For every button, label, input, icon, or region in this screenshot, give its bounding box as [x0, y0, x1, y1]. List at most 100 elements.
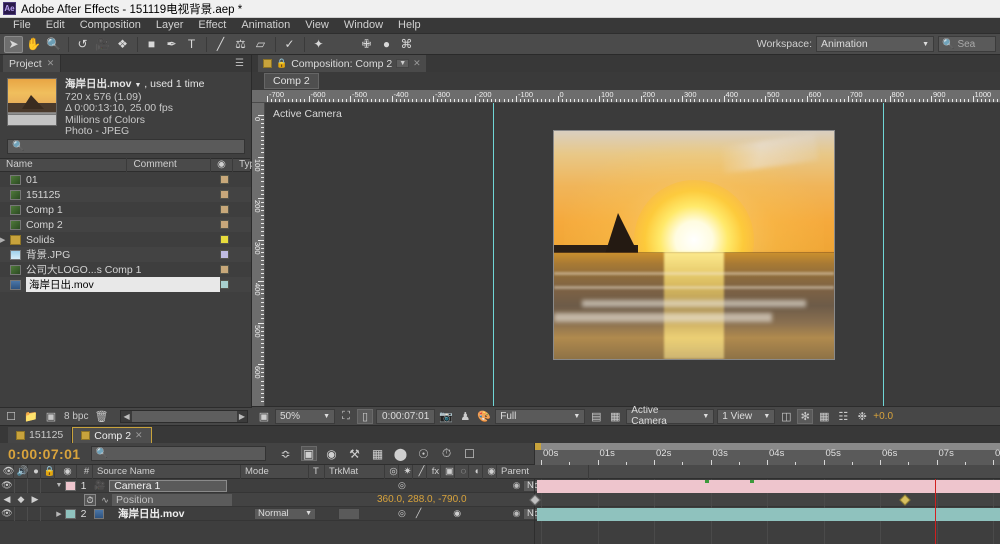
stopwatch-icon[interactable]: ⏱: [84, 494, 95, 506]
chevron-right-icon[interactable]: ▶: [53, 510, 65, 518]
menu-item-effect[interactable]: Effect: [191, 18, 234, 33]
search-help-input[interactable]: 🔍 Sea: [938, 36, 996, 52]
roto-brush-tool[interactable]: ✓: [280, 36, 299, 53]
label-swatch[interactable]: [220, 190, 229, 199]
motion-blur-icon[interactable]: ◉: [324, 446, 340, 461]
scroll-left-icon[interactable]: ◀: [123, 412, 129, 421]
layer-number-header[interactable]: #: [77, 465, 93, 479]
video-switch-icon[interactable]: ◎: [398, 508, 406, 519]
label-swatch[interactable]: [220, 280, 229, 289]
renderer-icon[interactable]: ☷: [835, 409, 851, 424]
label-swatch[interactable]: [220, 205, 229, 214]
zoom-select[interactable]: 50% ▼: [275, 409, 335, 424]
menu-item-file[interactable]: File: [6, 18, 39, 33]
views-select[interactable]: 1 View ▼: [717, 409, 775, 424]
tab-composition[interactable]: 🔒 Composition: Comp 2 ▼ ✕: [258, 55, 426, 72]
new-folder-icon[interactable]: 📁: [24, 410, 38, 423]
timeline-track-area[interactable]: [534, 479, 1000, 544]
snapshot-icon[interactable]: 📷: [438, 409, 454, 424]
list-item[interactable]: Comp 2: [0, 217, 251, 232]
video-switch-icon[interactable]: ◎: [385, 465, 399, 479]
close-icon[interactable]: ✕: [135, 430, 143, 441]
adjustment-icon[interactable]: ◐: [469, 465, 483, 479]
snapping-dot-icon[interactable]: ●: [377, 36, 396, 53]
effects-icon[interactable]: fx: [427, 465, 441, 479]
column-header-trkmat[interactable]: TrkMat: [325, 465, 385, 479]
frame-blending-icon[interactable]: ▣: [301, 446, 317, 461]
pixel-aspect-icon[interactable]: ✻: [797, 409, 813, 424]
three-d-icon[interactable]: ◉: [453, 508, 461, 519]
quality-icon[interactable]: ╱: [416, 508, 421, 519]
layer-name[interactable]: Camera 1: [109, 480, 227, 492]
lock-icon[interactable]: 🔒: [41, 465, 55, 479]
tab-project[interactable]: Project ✕: [3, 55, 61, 72]
scroll-thumb[interactable]: [132, 411, 237, 422]
new-comp-icon[interactable]: ☐: [4, 410, 18, 423]
current-time-display[interactable]: 0:00:07:01: [376, 409, 435, 424]
comp-flowchart-icon[interactable]: ▦: [816, 409, 832, 424]
timeline-current-time[interactable]: 0:00:07:01: [0, 446, 91, 462]
list-item[interactable]: 背景.JPG: [0, 247, 251, 262]
list-item[interactable]: 01: [0, 172, 251, 187]
timeline-tab-151125[interactable]: 151125: [8, 427, 72, 443]
project-settings-icon[interactable]: ▣: [44, 410, 58, 423]
layer-lock-toggle[interactable]: [40, 507, 53, 521]
show-snapshot-icon[interactable]: ♟: [457, 409, 473, 424]
project-search-input[interactable]: 🔍: [7, 139, 245, 154]
toggle-alpha-icon[interactable]: ▦: [607, 409, 623, 424]
bit-depth-label[interactable]: 8 bpc: [64, 411, 88, 422]
column-header-parent[interactable]: Parent: [497, 465, 589, 479]
eraser-tool[interactable]: ▱: [251, 36, 270, 53]
exposure-icon[interactable]: ❉: [854, 409, 870, 424]
timeline-search-input[interactable]: 🔍: [91, 446, 266, 461]
motion-blur-icon[interactable]: ◌: [455, 465, 469, 479]
column-header-comment[interactable]: Comment: [127, 158, 211, 172]
parent-pickwhip-icon[interactable]: ◉: [513, 480, 521, 491]
property-name[interactable]: Position: [112, 494, 232, 506]
layer-solo-toggle[interactable]: [27, 479, 40, 493]
delete-icon[interactable]: 🗑: [94, 410, 108, 423]
scroll-right-icon[interactable]: ▶: [239, 412, 245, 421]
label-swatch[interactable]: [220, 235, 229, 244]
list-item[interactable]: ▶ Solids: [0, 232, 251, 247]
grid-icon[interactable]: ⌘: [397, 36, 416, 53]
frame-blend-icon[interactable]: ▣: [441, 465, 455, 479]
exposure-value[interactable]: +0.0: [873, 411, 893, 422]
parent-pickwhip-icon[interactable]: ◉: [513, 508, 521, 519]
brainstorm-icon[interactable]: ▦: [370, 446, 386, 461]
always-preview-icon[interactable]: ▣: [256, 409, 272, 424]
timeline-tab-comp2[interactable]: Comp 2 ✕: [72, 427, 151, 443]
column-header-name[interactable]: Name: [0, 158, 127, 172]
resolution-select[interactable]: Full ▼: [495, 409, 585, 424]
video-switch-icon[interactable]: ◎: [398, 480, 406, 491]
column-header-mode[interactable]: Mode: [241, 465, 309, 479]
selection-tool[interactable]: ➤: [4, 36, 23, 53]
graph-icon[interactable]: ∿: [101, 495, 109, 505]
keyframe-next-icon[interactable]: ▶: [28, 494, 42, 505]
menu-item-help[interactable]: Help: [391, 18, 429, 33]
three-d-icon[interactable]: ◉: [483, 465, 497, 479]
close-icon[interactable]: ✕: [47, 58, 55, 69]
breadcrumb[interactable]: Comp 2: [264, 73, 319, 89]
brush-tool[interactable]: ╱: [211, 36, 230, 53]
column-header-source-name[interactable]: Source Name: [93, 465, 241, 479]
hand-tool[interactable]: ✋: [24, 36, 43, 53]
transparency-grid-icon[interactable]: ▤: [588, 409, 604, 424]
region-of-interest-icon[interactable]: ⛶: [338, 409, 354, 424]
layer-bar-camera[interactable]: [537, 480, 1000, 493]
project-horizontal-scrollbar[interactable]: ◀ ▶: [120, 410, 248, 423]
channel-icon[interactable]: 🎨: [476, 409, 492, 424]
puppet-pin-tool[interactable]: ✦: [309, 36, 328, 53]
column-header-t[interactable]: T: [309, 465, 325, 479]
label-icon[interactable]: ◉: [55, 465, 77, 479]
close-icon[interactable]: ✕: [413, 58, 421, 69]
chevron-down-icon[interactable]: ▼: [396, 59, 409, 68]
panel-menu-icon[interactable]: ☰: [235, 58, 245, 69]
column-header-type[interactable]: Typ: [233, 158, 251, 172]
text-tool[interactable]: T: [182, 36, 201, 53]
layer-solo-toggle[interactable]: [27, 507, 40, 521]
graph-editor-icon[interactable]: ⚒: [347, 446, 363, 461]
layer-audio-toggle[interactable]: [14, 507, 27, 521]
menu-item-layer[interactable]: Layer: [149, 18, 192, 33]
layer-bar-footage[interactable]: [537, 508, 1000, 521]
